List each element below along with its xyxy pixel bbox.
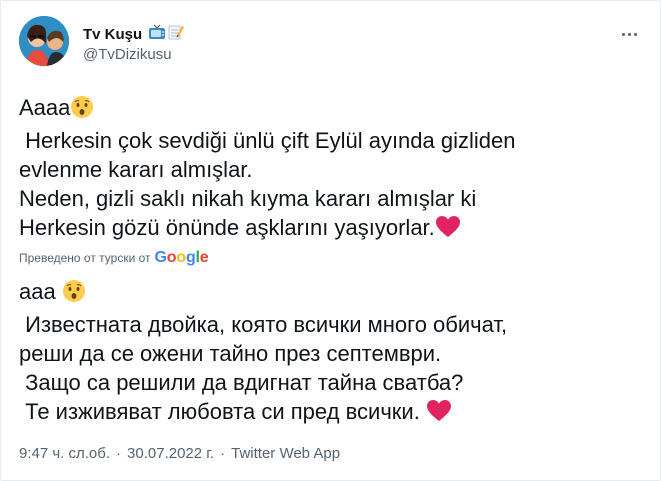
more-dot-icon [621,32,625,36]
original-line-3: evlenme kararı almışlar. [19,157,253,182]
google-logo[interactable]: Google [155,249,209,267]
translated-line-1: ааа [19,279,62,304]
memo-icon [168,24,185,45]
original-line-2: Herkesin çok sevdiği ünlü çift Eylül ayı… [19,128,516,153]
tweet-time[interactable]: 9:47 ч. сл.об. [19,445,110,462]
tweet-card: Tv Kuşu @TvDizikusu Aaaa Herkesin çok se… [0,0,661,481]
tweet-source[interactable]: Twitter Web App [231,445,340,462]
translated-line-3: реши да се ожени тайно през септември. [19,341,442,366]
translated-line-5: Те изживяват любовта си пред всички. [19,399,426,424]
user-handle[interactable]: @TvDizikusu [83,46,172,63]
hushed-face-icon [70,95,94,126]
tweet-translated-text: ааа Известната двойка, която всички мног… [19,277,639,430]
display-name[interactable]: Tv Kuşu [83,26,142,43]
more-options-button[interactable] [616,24,642,44]
name-line: Tv Kuşu [83,24,185,45]
tweet-date[interactable]: 30.07.2022 г. [127,445,214,462]
tv-icon [148,24,166,45]
footer-separator: · [220,445,226,462]
original-line-1: Aaaa [19,95,71,120]
name-emoji-badges [148,24,185,45]
translated-line-2: Известната двойка, която всички много об… [19,312,508,337]
original-line-4: Neden, gizli saklı nikah kıyma kararı al… [19,186,477,211]
tweet-footer: 9:47 ч. сл.об. · 30.07.2022 г. · Twitter… [19,445,340,462]
footer-separator: · [116,445,122,462]
hushed-face-icon [62,279,86,310]
original-line-5: Herkesin gözü önünde aşklarını yaşıyorla… [19,215,435,240]
more-dot-icon [627,32,631,36]
translated-label: Преведено от турски от [19,251,151,265]
tweet-header: Tv Kuşu @TvDizikusu [19,14,642,70]
avatar[interactable] [19,16,69,66]
translated-line-4: Защо са решили да вдигнат тайна сватба? [19,370,464,395]
tweet-original-text: Aaaa Herkesin çok sevdiği ünlü çift Eylü… [19,93,639,246]
more-dot-icon [633,32,637,36]
translation-attribution: Преведено от турски от Google [19,249,209,267]
red-heart-icon [435,215,461,246]
red-heart-icon [426,399,452,430]
